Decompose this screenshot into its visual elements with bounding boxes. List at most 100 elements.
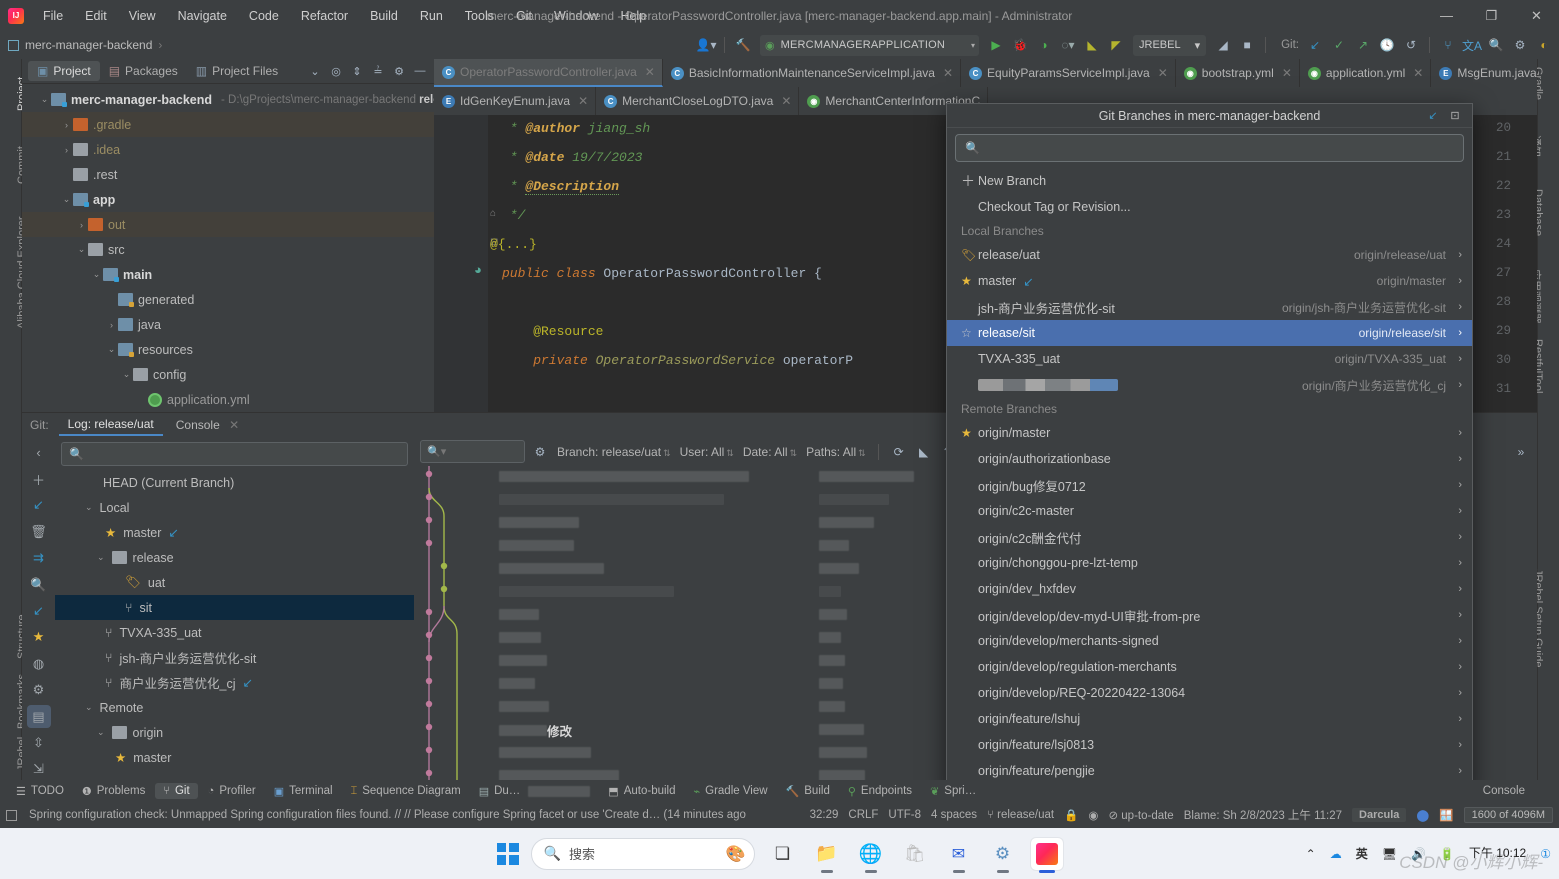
twisty-icon[interactable]: ⌄	[97, 552, 105, 563]
checkout-icon[interactable]: ↙	[27, 599, 51, 622]
branch-search-input[interactable]: 🔍	[955, 134, 1464, 162]
twisty-icon[interactable]: ⌄	[85, 502, 93, 513]
close-icon[interactable]: ✕	[1158, 66, 1168, 80]
chevron-right-icon[interactable]: ›	[1450, 687, 1462, 699]
star-outline-icon[interactable]: ☆	[961, 326, 978, 340]
favorite-star-icon[interactable]: ★	[27, 626, 51, 649]
tab-packages[interactable]: ▤ Packages	[100, 61, 187, 81]
branch-list[interactable]: ＋ New Branch Checkout Tag or Revision...…	[947, 168, 1472, 786]
menu-item-view[interactable]: View	[118, 5, 167, 27]
fold-marker-icon[interactable]: ⌂	[490, 208, 496, 219]
gear-icon[interactable]: ⚙	[389, 61, 409, 81]
git-commit-icon[interactable]: ✓	[1328, 34, 1350, 56]
branch-tree-row-remote[interactable]: ⌄ Remote	[55, 695, 414, 720]
build-hammer-icon[interactable]: 🔨	[732, 34, 754, 56]
lock-icon[interactable]: 🔒	[1064, 808, 1078, 822]
notification-badge[interactable]: ①	[1540, 847, 1551, 861]
bottom-tab-sequence-diagram[interactable]: ⌶ Sequence Diagram	[343, 783, 469, 800]
branch-item-redacted[interactable]: origin/商户业务运营优化_cj ›	[947, 372, 1472, 398]
bottom-tab-spring[interactable]: ❦ Spri…	[922, 783, 984, 800]
branch-item-origin-feature-lshuj[interactable]: origin/feature/lshuj ›	[947, 706, 1472, 732]
editor-tab-operatorpasswordcontroller[interactable]: C OperatorPasswordController.java ✕	[434, 59, 663, 87]
branch-item-origin-authorizationbase[interactable]: origin/authorizationbase ›	[947, 446, 1472, 472]
tree-row-gradle[interactable]: › .gradle	[22, 112, 434, 137]
bottom-tab-endpoints[interactable]: ⚲ Endpoints	[840, 783, 920, 800]
branch-item-origin-chonggou-pre-lzt-temp[interactable]: origin/chonggou-pre-lzt-temp ›	[947, 550, 1472, 576]
chevron-right-icon[interactable]: ›	[1450, 765, 1462, 777]
bottom-tab-build[interactable]: 🔨 Build	[778, 783, 838, 800]
editor-tab-basicinformationmaintenanceserviceimpl[interactable]: C BasicInformationMaintenanceServiceImpl…	[663, 59, 961, 87]
menu-item-refactor[interactable]: Refactor	[290, 5, 359, 27]
taskbar-clock[interactable]: 下午 10:12	[1469, 846, 1526, 861]
editor-tab-bootstrap-yml[interactable]: ◉ bootstrap.yml ✕	[1176, 59, 1300, 87]
tree-row-java[interactable]: › java	[22, 312, 434, 337]
gear-icon[interactable]: ⚙	[530, 442, 550, 462]
twisty-icon[interactable]: ›	[60, 145, 73, 155]
chevron-right-icon[interactable]: ›	[1450, 557, 1462, 569]
branch-item-origin-develop-regulation-merchants[interactable]: origin/develop/regulation-merchants ›	[947, 654, 1472, 680]
jrebel-toggle-icon[interactable]: ◢	[1212, 34, 1234, 56]
branch-item-release-uat[interactable]: 🏷 release/uat origin/release/uat ›	[947, 242, 1472, 268]
tree-row-config[interactable]: ⌄ config	[22, 362, 434, 387]
star-icon[interactable]: ★	[961, 274, 978, 288]
branch-item-origin-bug-fix-0712[interactable]: origin/bug修复0712 ›	[947, 472, 1472, 498]
inspection-eye-icon[interactable]: ◉	[1088, 808, 1098, 822]
tree-row-out[interactable]: › out	[22, 212, 434, 237]
collapse-rows-icon[interactable]: ⇲	[27, 758, 51, 781]
tree-row-main[interactable]: ⌄ main	[22, 262, 434, 287]
twisty-icon[interactable]: ⌄	[120, 369, 133, 380]
filter-user[interactable]: User: All ⇅	[678, 445, 736, 459]
jrebel-debug-icon[interactable]: ◤	[1105, 34, 1127, 56]
indent-setting[interactable]: 4 spaces	[931, 809, 977, 821]
expand-rows-icon[interactable]: ⇳	[27, 731, 51, 754]
translate-icon[interactable]: 文A	[1461, 34, 1483, 56]
debug-button[interactable]: 🐞	[1009, 34, 1031, 56]
tab-log-release-uat[interactable]: Log: release/uat	[58, 414, 163, 436]
bottom-tab-auto-build[interactable]: ⬒ Auto-build	[600, 783, 683, 800]
branch-tree-row-origin-master[interactable]: ★ master	[55, 745, 414, 770]
bottom-tab-profiler[interactable]: ◔ Profiler	[200, 783, 264, 799]
branch-tree-row-origin[interactable]: ⌄ origin	[55, 720, 414, 745]
close-icon[interactable]: ✕	[229, 418, 239, 432]
blame-info[interactable]: Blame: Sh 2/8/2023 上午 11:27	[1184, 807, 1342, 823]
tree-row-generated[interactable]: generated	[22, 287, 434, 312]
highlight-my-commits-icon[interactable]: ◣	[914, 442, 934, 462]
spring-bean-gutter-icon[interactable]: ◕	[474, 262, 482, 277]
close-button[interactable]: ✕	[1514, 0, 1559, 31]
tab-project[interactable]: ▣ Project	[28, 61, 100, 81]
chevron-right-icon[interactable]: ›	[1450, 327, 1462, 339]
menu-item-navigate[interactable]: Navigate	[167, 5, 238, 27]
collapse-panel-icon[interactable]: ‹	[27, 441, 51, 464]
editor-tab-application-yml[interactable]: ◉ application.yml ✕	[1300, 59, 1432, 87]
branch-item-origin-dev-hxfdev[interactable]: origin/dev_hxfdev ›	[947, 576, 1472, 602]
bottom-tab-todo[interactable]: ☰ TODO	[8, 783, 72, 800]
close-icon[interactable]: ✕	[943, 66, 953, 80]
merge-icon[interactable]: ⇉	[27, 547, 51, 570]
open-in-window-icon[interactable]: ⊡	[1446, 107, 1464, 125]
battery-icon[interactable]: 🔋	[1440, 847, 1455, 861]
alibaba-icon[interactable]: ◐	[1533, 34, 1555, 56]
twisty-icon[interactable]: ⌄	[97, 727, 105, 738]
run-configuration-selector[interactable]: ◉ MERCMANAGERAPPLICATION ▾	[760, 34, 979, 56]
branch-tree-row-tvxa335uat[interactable]: ⑂ TVXA-335_uat	[55, 620, 414, 645]
menu-item-code[interactable]: Code	[238, 5, 290, 27]
chevron-right-icon[interactable]: ›	[1450, 635, 1462, 647]
run-with-coverage-button[interactable]: ◑	[1033, 34, 1055, 56]
run-button[interactable]: ▶	[985, 34, 1007, 56]
close-icon[interactable]: ✕	[781, 94, 791, 108]
pin-icon[interactable]: ↙	[1424, 107, 1442, 125]
hide-icon[interactable]: —	[410, 61, 430, 81]
settings-gear-icon[interactable]: ⚙	[1509, 34, 1531, 56]
collapse-all-icon[interactable]: ⇕	[347, 61, 367, 81]
user-icon[interactable]: 👤▾	[695, 34, 717, 56]
close-icon[interactable]: ✕	[578, 94, 588, 108]
star-icon[interactable]: ★	[961, 426, 978, 440]
taskbar-app-settings[interactable]: ⚙	[987, 838, 1019, 873]
chevron-right-icon[interactable]: ›	[1450, 609, 1462, 621]
twisty-icon[interactable]: ›	[60, 120, 73, 130]
menu-item-edit[interactable]: Edit	[74, 5, 118, 27]
gear-icon[interactable]: ⚙	[27, 679, 51, 702]
chevron-right-icon[interactable]: ›	[1450, 739, 1462, 751]
branch-item-release-sit[interactable]: ☆ release/sit origin/release/sit ›	[947, 320, 1472, 346]
search-everywhere-icon[interactable]: 🔍	[1485, 34, 1507, 56]
